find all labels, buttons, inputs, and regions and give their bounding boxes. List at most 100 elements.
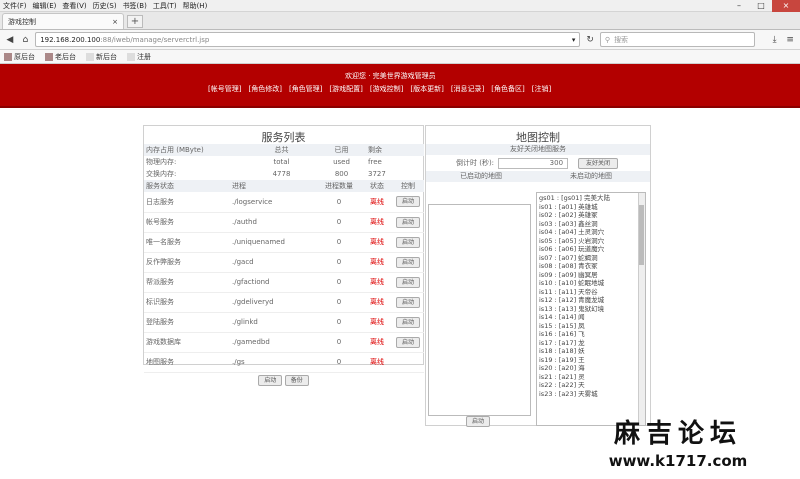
url-bar[interactable]: 192.168.200.100:88/iweb/manage/serverctr… [35, 32, 581, 47]
menu-help[interactable]: 帮助(H) [183, 1, 208, 11]
service-row: 反作弊服务 ./gacd 0 离线 启动 [144, 252, 424, 273]
menu-icon[interactable]: ≡ [784, 34, 796, 46]
bookmark-label: 注册 [137, 52, 151, 61]
tab-close-icon[interactable]: × [112, 18, 118, 26]
service-start-button[interactable]: 启动 [396, 276, 420, 288]
service-header: 状态 [362, 180, 392, 192]
service-start-button[interactable]: 启动 [396, 216, 420, 228]
service-start-button[interactable]: 启动 [396, 316, 420, 328]
map-list-item[interactable]: is09 : [a09] 幽冥居 [539, 271, 645, 280]
memory-row-physical: 物理内存: total used free [144, 156, 424, 168]
nav-message-log[interactable]: [消息记录] [451, 84, 484, 94]
map-list-item[interactable]: is01 : [a01] 英雄城 [539, 203, 645, 212]
map-list-item[interactable]: is08 : [a08] 青衣冢 [539, 262, 645, 271]
url-dropdown-icon[interactable]: ▾ [572, 36, 576, 44]
bookmark-item[interactable]: 原后台 [4, 52, 35, 62]
memory-header: 总共 [244, 144, 319, 156]
service-name: 唯一名服务 [144, 232, 232, 253]
bookmark-item[interactable]: 新后台 [86, 52, 117, 62]
map-list-item[interactable]: is02 : [a02] 英雄冢 [539, 211, 645, 220]
map-list-item[interactable]: is12 : [a12] 青魔龙城 [539, 296, 645, 305]
service-control: 启动 [392, 232, 424, 253]
map-list-item[interactable]: is21 : [a21] 灵 [539, 373, 645, 382]
service-start-button[interactable]: 启动 [396, 296, 420, 308]
new-tab-button[interactable]: + [127, 15, 143, 28]
service-process: ./gs [232, 352, 316, 373]
page-icon [86, 52, 94, 61]
menu-bookmarks[interactable]: 书签(B) [123, 1, 147, 11]
not-started-maps-list[interactable]: gs01 : [gs01] 完美大陆 is01 : [a01] 英雄城 is02 :… [536, 192, 646, 426]
friendly-close-button[interactable]: 友好关闭 [578, 157, 619, 169]
nav-logout[interactable]: [注销] [532, 84, 551, 94]
memory-value: 3727 [368, 170, 386, 178]
menu-edit[interactable]: 编辑(E) [33, 1, 57, 11]
nav-role-mgmt[interactable]: [角色管理] [289, 84, 322, 94]
service-start-button[interactable]: 启动 [396, 256, 420, 268]
memory-header: 已用 [319, 144, 364, 156]
map-list-item[interactable]: is04 : [a04] 土灵洞穴 [539, 228, 645, 237]
map-list-item[interactable]: gs01 : [gs01] 完美大陆 [539, 194, 645, 203]
service-name: 帐号服务 [144, 212, 232, 233]
service-process: ./authd [232, 212, 316, 233]
maximize-icon[interactable]: □ [750, 0, 772, 12]
menu-tools[interactable]: 工具(T) [153, 1, 177, 11]
service-process: ./gfactiond [232, 272, 316, 293]
backup-button[interactable]: 备份 [284, 374, 309, 386]
started-maps-label: 已启动的地图 [460, 172, 502, 180]
nav-role-backup[interactable]: [角色备区] [491, 84, 524, 94]
admin-nav: [帐号管理] [角色修改] [角色管理] [游戏配置] [游戏控制] [版本更新… [208, 84, 551, 94]
home-icon[interactable]: ⌂ [20, 34, 32, 46]
start-all-button[interactable]: 启动 [258, 374, 283, 386]
start-map-button[interactable]: 启动 [466, 416, 490, 427]
minimize-icon[interactable]: – [728, 0, 750, 12]
map-list-item[interactable]: is11 : [a11] 天帝谷 [539, 288, 645, 297]
map-list-item[interactable]: is22 : [a22] 天 [539, 381, 645, 390]
reload-icon[interactable]: ↻ [584, 34, 596, 46]
close-window-icon[interactable]: × [772, 0, 800, 12]
map-list-item[interactable]: is20 : [a20] 海 [539, 364, 645, 373]
memory-row-swap: 交换内存: 4778 800 3727 [144, 168, 424, 180]
map-list-item[interactable]: is06 : [a06] 玩道魔穴 [539, 245, 645, 254]
service-status: 离线 [362, 272, 392, 293]
started-maps-list[interactable] [428, 204, 531, 416]
service-process: ./glinkd [232, 312, 316, 333]
map-list-scrollbar[interactable] [638, 193, 645, 425]
service-rows: 日志服务 ./logservice 0 离线 启动 帐号服务 ./authd 0 离线 启动 唯一名… [144, 192, 424, 373]
map-list-item[interactable]: is07 : [a07] 蛇蝎洞 [539, 254, 645, 263]
map-list-item[interactable]: is03 : [a03] 鑫丝洞 [539, 220, 645, 229]
map-list-item[interactable]: is14 : [a14] 闻 [539, 313, 645, 322]
menu-history[interactable]: 历史(S) [93, 1, 117, 11]
memory-value: used [333, 158, 350, 166]
service-count: 0 [316, 292, 362, 313]
nav-version-update[interactable]: [版本更新] [410, 84, 443, 94]
bookmark-item[interactable]: 老后台 [45, 52, 76, 62]
service-start-button[interactable]: 启动 [396, 236, 420, 248]
nav-game-config[interactable]: [游戏配置] [329, 84, 362, 94]
map-list-item[interactable]: is05 : [a05] 火岩洞穴 [539, 237, 645, 246]
service-start-button[interactable]: 启动 [396, 336, 420, 348]
search-bar[interactable]: ⚲ 搜索 [599, 32, 755, 47]
download-icon[interactable]: ⤓ [769, 34, 781, 46]
nav-role-edit[interactable]: [角色修改] [248, 84, 281, 94]
menu-file[interactable]: 文件(F) [3, 1, 27, 11]
menu-view[interactable]: 查看(V) [62, 1, 86, 11]
map-list-item[interactable]: is23 : [a23] 天雾城 [539, 390, 645, 399]
service-start-button[interactable]: 启动 [396, 196, 420, 208]
tab-game-control[interactable]: 游戏控制 × [2, 13, 124, 29]
url-text: 192.168.200.100:88/iweb/manage/serverctr… [40, 36, 209, 44]
nav-account-mgmt[interactable]: [帐号管理] [208, 84, 241, 94]
map-list-item[interactable]: is15 : [a15] 凤 [539, 322, 645, 331]
memory-header: 内存占用 (MByte) [144, 144, 244, 156]
nav-game-control[interactable]: [游戏控制] [370, 84, 403, 94]
service-process: ./gacd [232, 252, 316, 273]
bookmark-item[interactable]: 注册 [127, 52, 151, 62]
scroll-thumb[interactable] [639, 205, 644, 265]
map-list-item[interactable]: is13 : [a13] 鬼狱幻境 [539, 305, 645, 314]
map-list-item[interactable]: is17 : [a17] 龙 [539, 339, 645, 348]
back-icon[interactable]: ◀ [4, 34, 16, 46]
map-list-item[interactable]: is16 : [a16] 飞 [539, 330, 645, 339]
map-list-item[interactable]: is10 : [a10] 蛇眠地城 [539, 279, 645, 288]
map-list-item[interactable]: is18 : [a18] 妖 [539, 347, 645, 356]
countdown-input[interactable]: 300 [498, 157, 569, 169]
map-list-item[interactable]: is19 : [a19] 王 [539, 356, 645, 365]
